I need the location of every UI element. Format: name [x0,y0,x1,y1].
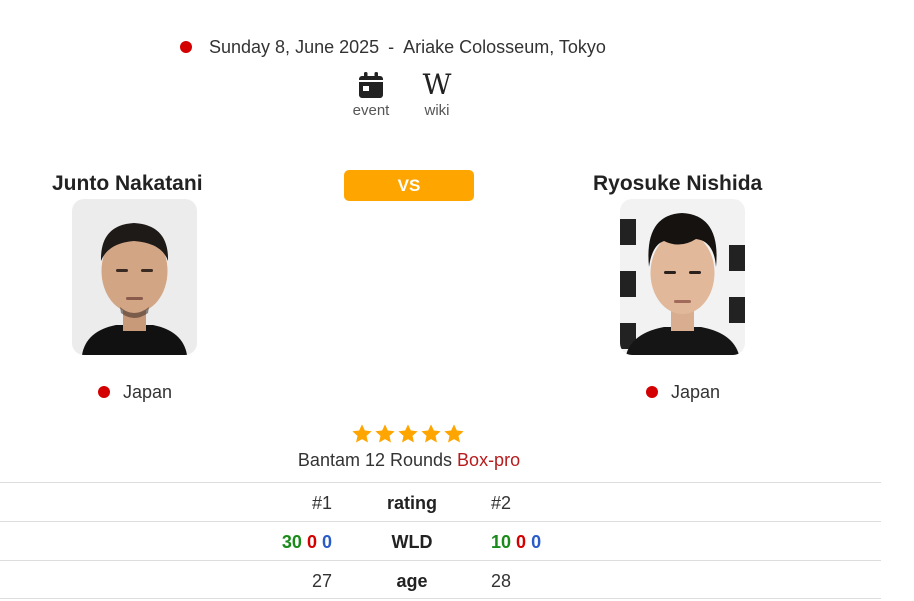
wikipedia-icon: W [422,68,452,101]
flag-icon [98,386,110,398]
wld-label: WLD [391,532,433,552]
right-rank: #2 [491,493,512,513]
event-info: Sunday 8, June 2025 - Ariake Colosseum, … [180,36,606,58]
right-draws: 0 [531,532,542,552]
left-losses: 0 [306,532,317,552]
star-icon [375,424,395,443]
event-link[interactable]: event [341,70,401,119]
calendar-icon [358,70,384,100]
right-losses: 0 [516,532,527,552]
stat-row-rating: #1 rating #2 [0,482,881,521]
fighter-right-photo[interactable] [620,199,745,355]
bout-sport-link[interactable]: Box-pro [457,450,520,470]
country-label: Japan [123,381,173,402]
wiki-link-label: wiki [424,102,450,119]
age-label: age [396,571,428,591]
rating-stars [351,423,465,445]
star-icon [444,424,464,443]
fighter-right-country: Japan [646,381,720,403]
left-record: 30 0 0 [282,532,332,553]
left-age: 27 [311,571,332,591]
left-draws: 0 [321,532,332,552]
country-label: Japan [671,381,721,402]
star-icon [398,424,418,443]
star-icon [421,424,441,443]
fighter-right-name[interactable]: Ryosuke Nishida [593,172,762,196]
fighter-left-photo[interactable] [72,199,197,355]
rating-label: rating [386,493,437,513]
stat-row-wld: 30 0 0 WLD 10 0 0 [0,521,881,560]
right-wins: 10 [491,532,512,552]
left-wins: 30 [281,532,302,552]
status-dot [180,41,192,53]
vs-badge: VS [344,170,474,201]
bout-info: Bantam 12 Rounds Box-pro [0,450,818,471]
event-date: Sunday 8, June 2025 [209,36,380,57]
flag-icon [646,386,658,398]
bout-division-rounds: Bantam 12 Rounds [297,450,453,470]
fighter-left-country: Japan [98,381,172,403]
right-record: 10 0 0 [491,532,541,553]
wiki-link[interactable]: W wiki [407,68,467,120]
event-separator: - [388,36,395,57]
left-rank: #1 [311,493,332,513]
stat-row-age: 27 age 28 [0,560,881,599]
fighter-left-name[interactable]: Junto Nakatani [52,172,203,196]
right-age: 28 [491,571,512,591]
star-icon [352,424,372,443]
event-link-label: event [352,102,390,119]
event-venue: Ariake Colosseum, Tokyo [403,36,606,57]
